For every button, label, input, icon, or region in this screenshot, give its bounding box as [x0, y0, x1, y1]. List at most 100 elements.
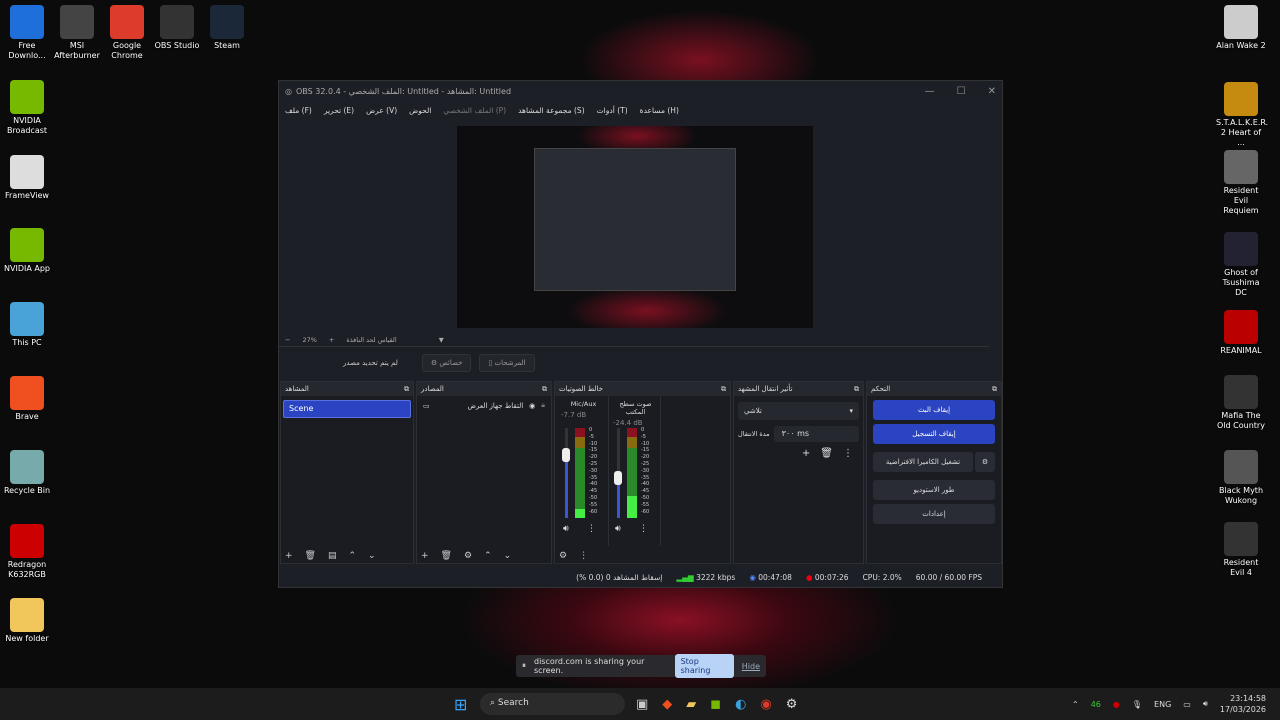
controls-dock: التحكم ⧉ إيقاف البث إيقاف التسجيل تشغيل ا… [866, 381, 1002, 564]
zoom-mode[interactable]: القياس لحد النافذة [346, 336, 396, 344]
undock-icon[interactable]: ⧉ [721, 385, 726, 394]
record-tray-icon[interactable]: ● [1113, 700, 1120, 709]
maximize-button[interactable]: ☐ [957, 86, 966, 97]
desktop-icon[interactable]: Ghost of Tsushima DC [1216, 232, 1266, 298]
desktop-icon[interactable]: Recycle Bin [2, 450, 52, 496]
edge-taskbar-icon[interactable]: ◐ [735, 697, 746, 712]
transition-menu-icon[interactable]: ⋮ [843, 448, 853, 459]
remove-scene-button[interactable]: 🗑 [305, 551, 316, 561]
tray-badge[interactable]: 46 [1091, 700, 1101, 709]
volume-icon[interactable]: 🔊︎ [1203, 699, 1208, 709]
desktop-icon[interactable]: Brave [2, 376, 52, 422]
close-button[interactable]: ✕ [988, 86, 996, 97]
desktop-icon[interactable]: Resident Evil 4 [1216, 522, 1266, 578]
brave-taskbar-icon[interactable]: ◆ [662, 697, 672, 712]
undock-icon[interactable]: ⧉ [992, 385, 997, 394]
add-transition-button[interactable]: + [802, 448, 810, 459]
language-indicator[interactable]: ENG [1154, 700, 1171, 709]
volume-fader[interactable] [562, 428, 570, 518]
stop-recording-button[interactable]: إيقاف التسجيل [873, 424, 995, 444]
fader-handle[interactable] [614, 470, 622, 485]
preview-canvas[interactable] [457, 126, 813, 328]
remove-source-button[interactable]: 🗑 [441, 551, 452, 561]
mute-button[interactable]: 🔊︎ [563, 524, 569, 534]
mute-button[interactable]: 🔊︎ [615, 524, 621, 534]
scene-filters-button[interactable]: ▤ [328, 551, 337, 561]
add-source-button[interactable]: + [421, 551, 429, 561]
hide-button[interactable]: Hide [742, 662, 760, 671]
desktop-icon[interactable]: OBS Studio [152, 5, 202, 51]
menu-scene-collection[interactable]: مجموعة المشاهد (S) [518, 106, 585, 115]
menu-tools[interactable]: أدوات (T) [597, 106, 628, 115]
menu-help[interactable]: مساعدة (H) [640, 106, 679, 115]
fader-handle[interactable] [562, 448, 570, 462]
undock-icon[interactable]: ⧉ [854, 385, 859, 394]
task-view-icon[interactable]: ▣ [636, 697, 648, 712]
desktop-icon[interactable]: This PC [2, 302, 52, 348]
scene-item[interactable]: Scene [283, 400, 411, 418]
zoom-out-button[interactable]: − [285, 336, 290, 344]
desktop-icon[interactable]: Alan Wake 2 [1216, 5, 1266, 51]
channel-menu-icon[interactable]: ⋮ [587, 524, 596, 534]
chevron-up-icon[interactable]: ⌃ [1072, 700, 1079, 709]
filters-button[interactable]: ▯ المرشحات [479, 354, 535, 372]
properties-button[interactable]: ⚙ خصائص [421, 354, 472, 372]
move-down-button[interactable]: ⌄ [368, 551, 376, 561]
desktop-icon[interactable]: Mafia The Old Country [1216, 375, 1266, 431]
desktop-icon[interactable]: Free Downlo... [2, 5, 52, 61]
desktop-icon[interactable]: Black Myth Wukong [1216, 450, 1266, 506]
desktop-icon[interactable]: Resident Evil Requiem [1216, 150, 1266, 216]
start-button[interactable]: ⊞ [454, 695, 467, 714]
desktop-icon[interactable]: S.T.A.L.K.E.R. 2 Heart of ... [1216, 82, 1268, 148]
desktop-icon[interactable]: Steam [202, 5, 252, 51]
desktop-icon[interactable]: Google Chrome [102, 5, 152, 61]
move-up-button[interactable]: ⌃ [349, 551, 357, 561]
network-icon[interactable]: ▭ [1183, 700, 1191, 709]
stop-sharing-button[interactable]: Stop sharing [674, 654, 734, 678]
advanced-audio-icon[interactable]: ⚙ [559, 551, 567, 561]
mixer-menu-icon[interactable]: ⋮ [579, 551, 588, 561]
steam-taskbar-icon[interactable]: ⚙ [786, 697, 798, 712]
virtual-camera-settings-icon[interactable]: ⚙ [975, 452, 995, 472]
move-up-button[interactable]: ⌃ [484, 551, 492, 561]
minimize-button[interactable]: — [925, 86, 935, 97]
desktop-icon[interactable]: NVIDIA App [2, 228, 52, 274]
settings-button[interactable]: إعدادات [873, 504, 995, 524]
explorer-taskbar-icon[interactable]: ▰ [686, 697, 696, 712]
start-virtual-camera-button[interactable]: تشغيل الكاميرا الافتراضية [873, 452, 973, 472]
source-properties-button[interactable]: ⚙ [464, 551, 472, 561]
menu-docks[interactable]: الحوض [409, 106, 431, 115]
visibility-eye-icon[interactable]: ◉ [529, 402, 535, 410]
volume-fader[interactable] [614, 428, 622, 518]
menu-file[interactable]: ملف (F) [285, 106, 312, 115]
stop-streaming-button[interactable]: إيقاف البث [873, 400, 995, 420]
source-item[interactable]: ▭ التقاط جهاز العرض ◉ 🔒︎ [417, 396, 551, 415]
menu-profile[interactable]: الملف الشخصي (P) [443, 106, 506, 115]
desktop-icon[interactable]: FrameView [2, 155, 52, 201]
desktop-icon[interactable]: New folder [2, 598, 52, 644]
desktop-icon-label: Alan Wake 2 [1216, 41, 1266, 50]
add-scene-button[interactable]: + [285, 551, 293, 561]
lock-icon[interactable]: 🔒︎ [541, 401, 545, 410]
menu-view[interactable]: عرض (V) [366, 106, 397, 115]
menu-edit[interactable]: تحرير (E) [324, 106, 354, 115]
undock-icon[interactable]: ⧉ [404, 385, 409, 394]
search-box[interactable]: ⌕ Search [480, 693, 625, 715]
transition-select[interactable]: تلاشي ▾ [738, 402, 859, 420]
undock-icon[interactable]: ⧉ [542, 385, 547, 394]
duration-spinbox[interactable]: ٣٠٠ ms [773, 426, 859, 442]
desktop-icon[interactable]: REANIMAL [1216, 310, 1266, 356]
clock[interactable]: 23:14:58 17/03/2026 [1220, 693, 1266, 715]
microphone-icon[interactable]: 🎙︎ [1132, 700, 1142, 709]
channel-menu-icon[interactable]: ⋮ [639, 524, 648, 534]
move-down-button[interactable]: ⌄ [504, 551, 512, 561]
desktop-icon[interactable]: Redragon K632RGB [2, 524, 52, 580]
desktop-icon[interactable]: NVIDIA Broadcast [2, 80, 52, 136]
remove-transition-button[interactable]: 🗑 [820, 448, 833, 459]
desktop-icon[interactable]: MSI Afterburner [52, 5, 102, 61]
nvidia-taskbar-icon[interactable]: ◼ [710, 697, 721, 712]
chrome-taskbar-icon[interactable]: ◉ [760, 697, 771, 712]
zoom-in-button[interactable]: + [329, 336, 334, 344]
zoom-dropdown-icon[interactable]: ▼ [439, 336, 444, 344]
studio-mode-button[interactable]: طور الاستوديو [873, 480, 995, 500]
